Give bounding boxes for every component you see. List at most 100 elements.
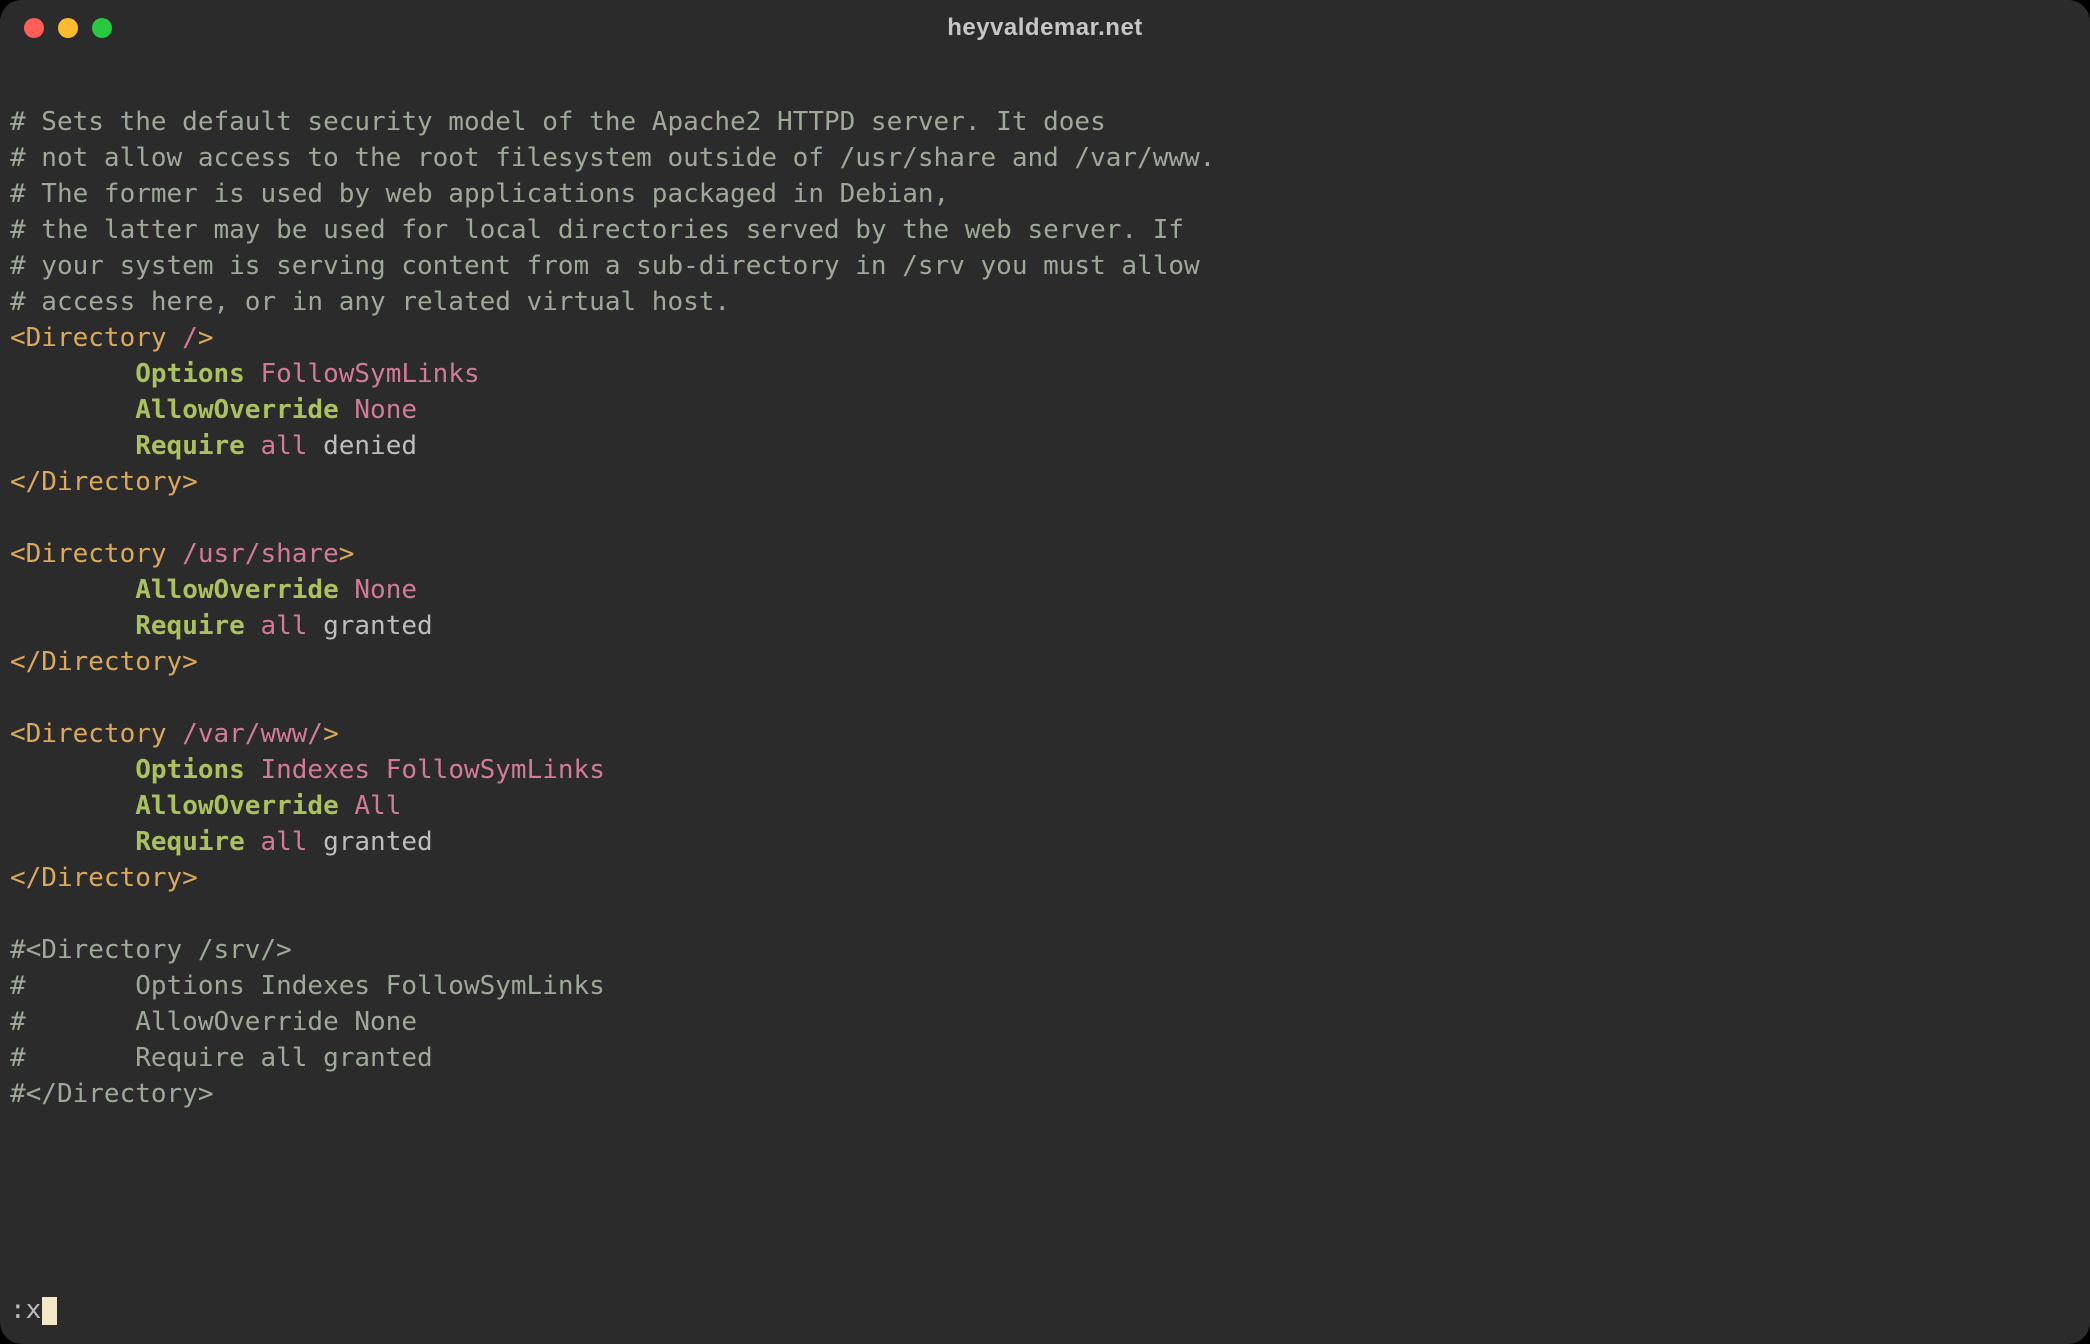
code-segment: # the latter may be used for local direc… (10, 215, 1184, 245)
code-segment: all (260, 431, 307, 461)
code-segment: # Options Indexes FollowSymLinks (10, 971, 605, 1001)
code-segment (245, 359, 261, 389)
code-segment: AllowOverride (135, 575, 339, 605)
editor-line[interactable]: # The former is used by web applications… (10, 176, 2080, 212)
code-segment (339, 791, 355, 821)
code-segment: # Require all granted (10, 1043, 433, 1073)
code-segment: #<Directory /srv/> (10, 935, 292, 965)
code-segment: granted (307, 611, 432, 641)
editor-line[interactable]: Options FollowSymLinks (10, 356, 2080, 392)
code-segment: > (339, 539, 355, 569)
code-segment: > (323, 719, 339, 749)
code-segment (370, 755, 386, 785)
code-segment: # not allow access to the root filesyste… (10, 143, 1215, 173)
code-segment (10, 683, 26, 713)
code-segment (245, 827, 261, 857)
code-segment: Require (135, 827, 245, 857)
code-segment: #</Directory> (10, 1079, 214, 1109)
editor-line[interactable]: #</Directory> (10, 1076, 2080, 1112)
minimize-icon[interactable] (58, 18, 78, 38)
titlebar: heyvaldemar.net (0, 0, 2090, 56)
editor-line[interactable]: # AllowOverride None (10, 1004, 2080, 1040)
code-segment: # The former is used by web applications… (10, 179, 949, 209)
editor-line[interactable] (10, 896, 2080, 932)
editor-line[interactable]: # Sets the default security model of the… (10, 104, 2080, 140)
code-segment: # access here, or in any related virtual… (10, 287, 730, 317)
code-segment (10, 575, 135, 605)
code-segment: All (354, 791, 401, 821)
editor-line[interactable]: AllowOverride None (10, 572, 2080, 608)
code-segment (10, 395, 135, 425)
code-segment: <Directory (10, 539, 182, 569)
code-segment: all (260, 611, 307, 641)
code-segment: None (354, 395, 417, 425)
close-icon[interactable] (24, 18, 44, 38)
code-segment: / (182, 323, 198, 353)
code-segment: AllowOverride (135, 791, 339, 821)
code-segment (339, 395, 355, 425)
code-segment (10, 899, 26, 929)
code-segment: FollowSymLinks (386, 755, 605, 785)
code-segment: <Directory (10, 323, 182, 353)
code-segment: # your system is serving content from a … (10, 251, 1200, 281)
code-segment: /usr/share (182, 539, 339, 569)
editor-line[interactable] (10, 500, 2080, 536)
editor-line[interactable]: <Directory /usr/share> (10, 536, 2080, 572)
editor-line[interactable]: # the latter may be used for local direc… (10, 212, 2080, 248)
editor-line[interactable]: # Options Indexes FollowSymLinks (10, 968, 2080, 1004)
editor-line[interactable]: AllowOverride None (10, 392, 2080, 428)
code-segment: </Directory> (10, 863, 198, 893)
code-segment (339, 575, 355, 605)
vim-command-text: :x (10, 1295, 41, 1325)
code-segment: Options (135, 359, 245, 389)
terminal-window: heyvaldemar.net # Sets the default secur… (0, 0, 2090, 1344)
editor-line[interactable]: </Directory> (10, 464, 2080, 500)
code-segment: AllowOverride (135, 395, 339, 425)
editor-line[interactable]: Require all granted (10, 608, 2080, 644)
code-segment: denied (307, 431, 417, 461)
editor-line[interactable]: AllowOverride All (10, 788, 2080, 824)
zoom-icon[interactable] (92, 18, 112, 38)
code-segment: Options (135, 755, 245, 785)
code-segment: </Directory> (10, 647, 198, 677)
editor-line[interactable]: Require all granted (10, 824, 2080, 860)
code-segment (10, 827, 135, 857)
code-segment: # AllowOverride None (10, 1007, 417, 1037)
window-controls (24, 18, 112, 38)
editor-line[interactable]: # your system is serving content from a … (10, 248, 2080, 284)
terminal-body[interactable]: # Sets the default security model of the… (0, 56, 2090, 1344)
code-segment: Require (135, 611, 245, 641)
editor-line[interactable]: # not allow access to the root filesyste… (10, 140, 2080, 176)
editor-line[interactable]: <Directory /> (10, 320, 2080, 356)
code-segment: granted (307, 827, 432, 857)
code-segment (10, 611, 135, 641)
code-segment: > (198, 323, 214, 353)
code-segment (245, 611, 261, 641)
code-segment (10, 359, 135, 389)
code-segment: Indexes (260, 755, 370, 785)
code-segment: FollowSymLinks (260, 359, 479, 389)
code-segment (10, 791, 135, 821)
code-segment (245, 431, 261, 461)
code-segment: </Directory> (10, 467, 198, 497)
code-segment: /var/www/ (182, 719, 323, 749)
window-title: heyvaldemar.net (0, 14, 2090, 42)
code-segment (10, 431, 135, 461)
editor-line[interactable] (10, 680, 2080, 716)
editor-line[interactable]: Require all denied (10, 428, 2080, 464)
code-segment (10, 755, 135, 785)
editor-line[interactable]: # Require all granted (10, 1040, 2080, 1076)
code-segment (245, 755, 261, 785)
cursor-icon (42, 1297, 57, 1325)
editor-content[interactable]: # Sets the default security model of the… (10, 104, 2080, 1112)
code-segment: None (354, 575, 417, 605)
vim-command-line[interactable]: :x (10, 1292, 57, 1328)
code-segment: Require (135, 431, 245, 461)
editor-line[interactable]: Options Indexes FollowSymLinks (10, 752, 2080, 788)
editor-line[interactable]: <Directory /var/www/> (10, 716, 2080, 752)
code-segment: # Sets the default security model of the… (10, 107, 1106, 137)
editor-line[interactable]: </Directory> (10, 644, 2080, 680)
editor-line[interactable]: # access here, or in any related virtual… (10, 284, 2080, 320)
editor-line[interactable]: </Directory> (10, 860, 2080, 896)
editor-line[interactable]: #<Directory /srv/> (10, 932, 2080, 968)
